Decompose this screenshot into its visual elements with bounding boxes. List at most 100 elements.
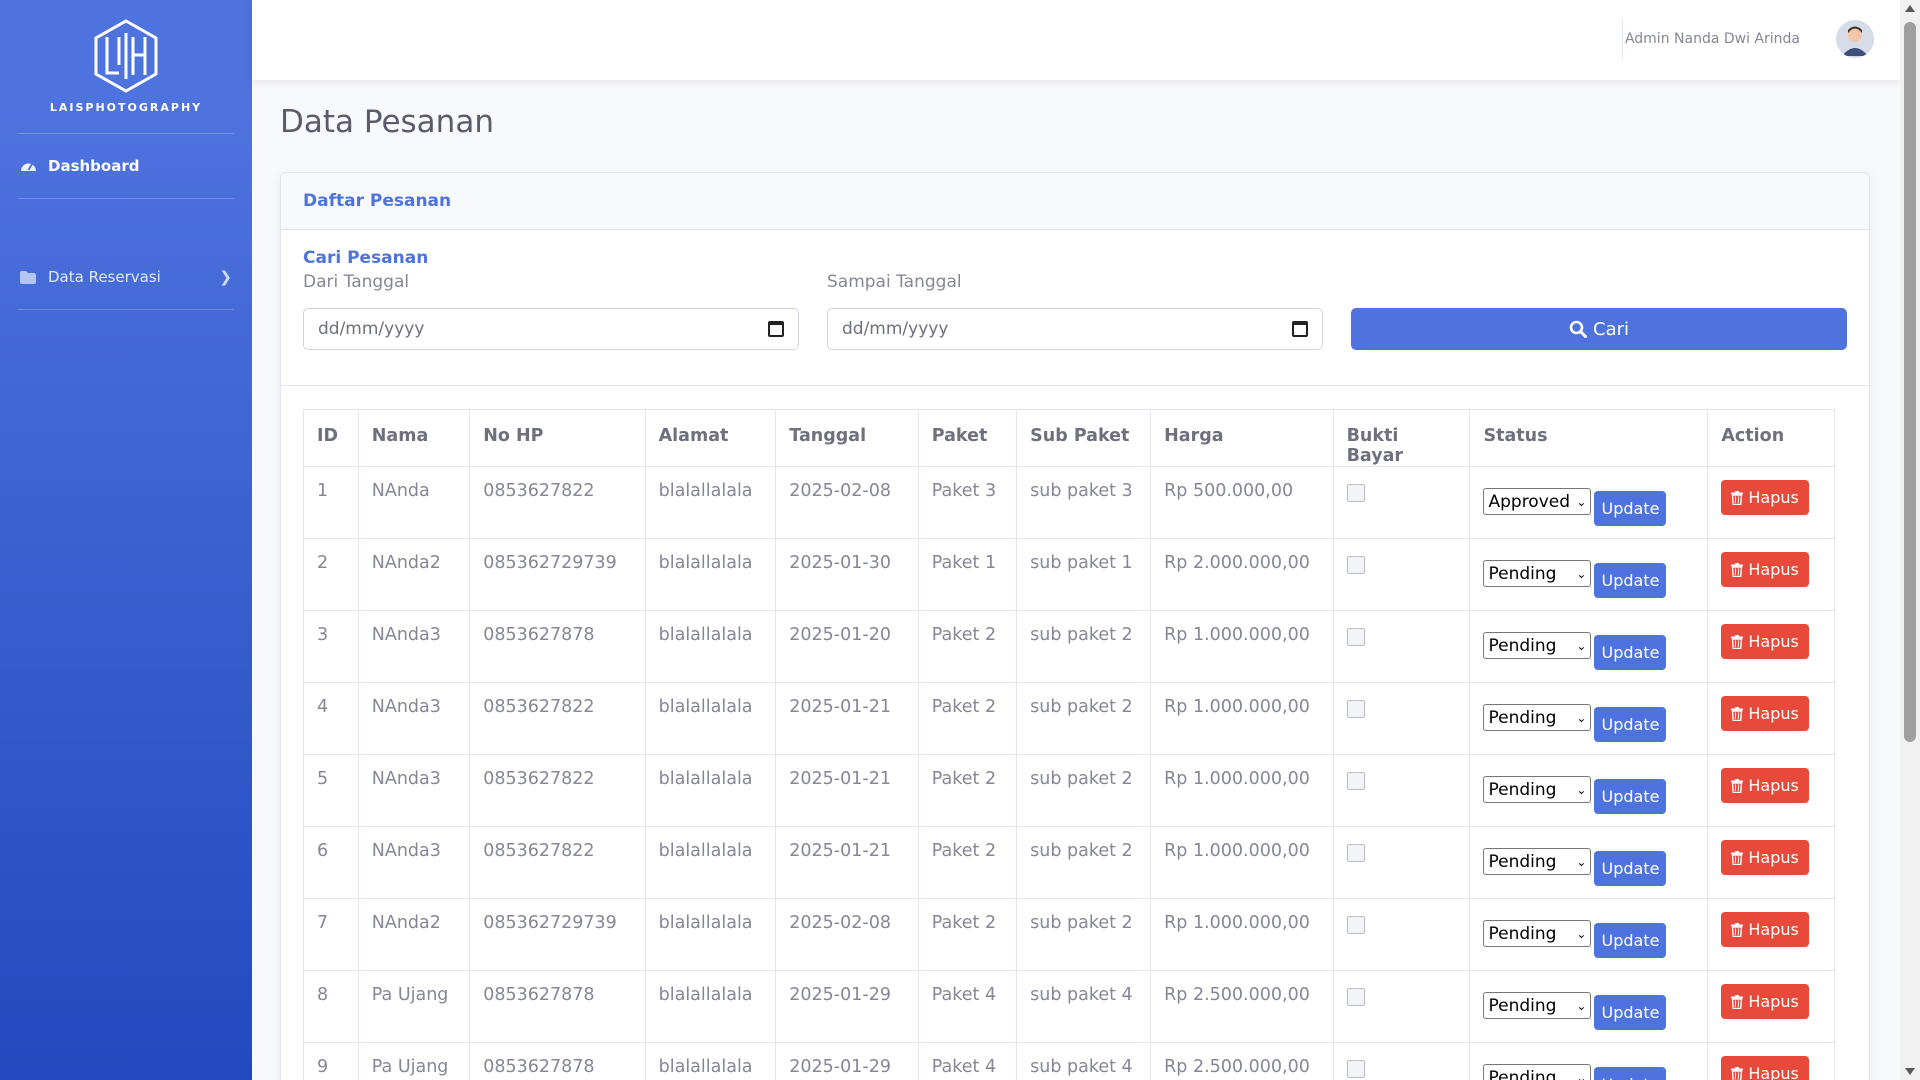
cell-harga: Rp 2.500.000,00	[1150, 1042, 1334, 1080]
table-header-row: ID Nama No HP Alamat Tanggal Paket Sub P…	[303, 409, 1835, 467]
delete-button[interactable]: Hapus	[1721, 624, 1809, 659]
cell-sub-paket: sub paket 2	[1016, 610, 1152, 683]
broken-image-icon[interactable]	[1346, 772, 1365, 790]
update-button[interactable]: Update	[1594, 851, 1667, 886]
scrollbar-thumb[interactable]	[1904, 22, 1916, 742]
table-row: 2 NAnda2 085362729739 blalallalala 2025-01-3…	[303, 538, 1835, 611]
status-select[interactable]: Pending ⌄	[1483, 704, 1592, 731]
delete-button[interactable]: Hapus	[1721, 840, 1809, 875]
status-select[interactable]: Pending ⌄	[1483, 920, 1592, 947]
update-button[interactable]: Update	[1594, 635, 1667, 670]
status-select[interactable]: Pending ⌄	[1483, 560, 1592, 587]
update-button[interactable]: Update	[1594, 923, 1667, 958]
column-header: Nama	[357, 409, 471, 467]
page-scrollbar[interactable]	[1900, 0, 1920, 1080]
broken-image-icon[interactable]	[1346, 628, 1365, 646]
search-button-label: Cari	[1593, 318, 1629, 340]
column-header: ID	[303, 409, 359, 467]
to-date-label: Sampai Tanggal	[827, 272, 962, 292]
broken-image-icon[interactable]	[1346, 988, 1365, 1006]
status-select[interactable]: Pending ⌄	[1483, 848, 1592, 875]
broken-image-icon[interactable]	[1346, 844, 1365, 862]
cell-status: Pending ⌄ Update	[1469, 682, 1709, 755]
update-button[interactable]: Update	[1594, 995, 1667, 1030]
cell-status: Approved ⌄ Update	[1469, 466, 1709, 539]
cell-nama: NAnda3	[357, 610, 471, 683]
broken-image-icon[interactable]	[1346, 556, 1365, 574]
chevron-down-icon: ⌄	[1576, 1070, 1587, 1080]
status-select[interactable]: Approved ⌄	[1483, 488, 1592, 515]
broken-image-icon[interactable]	[1346, 484, 1365, 502]
search-button[interactable]: Cari	[1351, 308, 1847, 350]
update-button[interactable]: Update	[1594, 707, 1667, 742]
table-row: 6 NAnda3 0853627822 blalallalala 2025-01-21 P…	[303, 826, 1835, 899]
brand[interactable]: LAISPHOTOGRAPHY	[0, 0, 252, 133]
cell-bukti-bayar	[1332, 538, 1471, 611]
cell-nama: Pa Ujang	[357, 970, 471, 1043]
scroll-down-arrow-icon[interactable]	[1905, 1068, 1915, 1075]
cell-harga: Rp 1.000.000,00	[1150, 610, 1334, 683]
table-row: 7 NAnda2 085362729739 blalallalala 2025-02-0…	[303, 898, 1835, 971]
update-button[interactable]: Update	[1594, 563, 1667, 598]
delete-button[interactable]: Hapus	[1721, 696, 1809, 731]
cell-id: 4	[303, 682, 359, 755]
cell-bukti-bayar	[1332, 754, 1471, 827]
user-name[interactable]: Admin Nanda Dwi Arinda	[1625, 31, 1800, 47]
delete-button[interactable]: Hapus	[1721, 984, 1809, 1019]
chevron-down-icon: ⌄	[1576, 710, 1587, 725]
update-button[interactable]: Update	[1594, 1067, 1667, 1080]
cell-status: Pending ⌄ Update	[1469, 610, 1709, 683]
column-header: Sub Paket	[1016, 409, 1152, 467]
user-avatar[interactable]	[1836, 20, 1874, 58]
cell-status: Pending ⌄ Update	[1469, 970, 1709, 1043]
update-button[interactable]: Update	[1594, 779, 1667, 814]
table-row: 3 NAnda3 0853627878 blalallalala 2025-01-20 P…	[303, 610, 1835, 683]
update-button[interactable]: Update	[1594, 491, 1667, 526]
table-wrapper: ID Nama No HP Alamat Tanggal Paket Sub P…	[281, 386, 1869, 1080]
trash-icon	[1731, 490, 1744, 505]
search-form: Cari Pesanan Dari Tanggal Sampai Tanggal…	[281, 230, 1869, 386]
delete-button[interactable]: Hapus	[1721, 1056, 1809, 1080]
broken-image-icon[interactable]	[1346, 916, 1365, 934]
delete-button-label: Hapus	[1748, 560, 1799, 579]
status-select-value: Pending	[1488, 779, 1557, 800]
cell-status: Pending ⌄ Update	[1469, 826, 1709, 899]
table-row: 4 NAnda3 0853627822 blalallalala 2025-01-21 P…	[303, 682, 1835, 755]
delete-button[interactable]: Hapus	[1721, 480, 1809, 515]
cell-paket: Paket 2	[917, 898, 1018, 971]
cell-sub-paket: sub paket 4	[1016, 1042, 1152, 1080]
delete-button[interactable]: Hapus	[1721, 912, 1809, 947]
cell-paket: Paket 2	[917, 826, 1018, 899]
topbar: Admin Nanda Dwi Arinda	[252, 0, 1900, 80]
tachometer-icon	[20, 159, 38, 173]
search-title: Cari Pesanan	[303, 248, 429, 268]
cell-no-hp: 0853627878	[469, 610, 646, 683]
cell-no-hp: 0853627822	[469, 826, 646, 899]
cell-nama: NAnda	[357, 466, 471, 539]
from-date-input[interactable]: dd/mm/yyyy	[303, 308, 799, 350]
delete-button-label: Hapus	[1748, 776, 1799, 795]
cell-no-hp: 085362729739	[469, 898, 646, 971]
delete-button-label: Hapus	[1748, 848, 1799, 867]
cell-no-hp: 0853627878	[469, 970, 646, 1043]
status-select[interactable]: Pending ⌄	[1483, 992, 1592, 1019]
cell-bukti-bayar	[1332, 466, 1471, 539]
to-date-input[interactable]: dd/mm/yyyy	[827, 308, 1323, 350]
cell-paket: Paket 2	[917, 682, 1018, 755]
sidebar-item-data-reservasi[interactable]: Data Reservasi ❯	[0, 245, 252, 309]
cell-id: 5	[303, 754, 359, 827]
broken-image-icon[interactable]	[1346, 1060, 1365, 1078]
status-select[interactable]: Pending ⌄	[1483, 1064, 1592, 1080]
delete-button[interactable]: Hapus	[1721, 768, 1809, 803]
delete-button[interactable]: Hapus	[1721, 552, 1809, 587]
cell-id: 9	[303, 1042, 359, 1080]
cell-no-hp: 0853627822	[469, 754, 646, 827]
status-select[interactable]: Pending ⌄	[1483, 776, 1592, 803]
scroll-up-arrow-icon[interactable]	[1905, 5, 1915, 12]
calendar-icon[interactable]	[768, 321, 784, 337]
status-select[interactable]: Pending ⌄	[1483, 632, 1592, 659]
cell-status: Pending ⌄ Update	[1469, 754, 1709, 827]
calendar-icon[interactable]	[1292, 321, 1308, 337]
broken-image-icon[interactable]	[1346, 700, 1365, 718]
sidebar-item-dashboard[interactable]: Dashboard	[0, 134, 252, 198]
